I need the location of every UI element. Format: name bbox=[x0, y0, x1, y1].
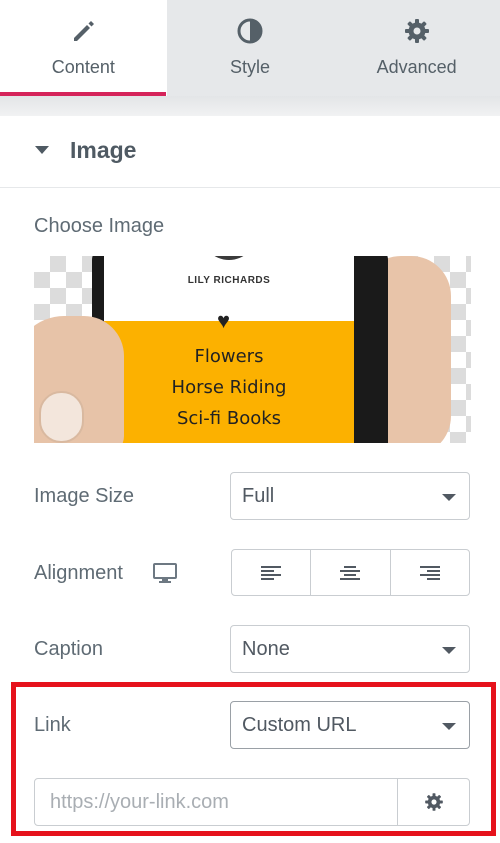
link-select[interactable]: Custom URL bbox=[230, 701, 470, 749]
interest-item: Horse Riding bbox=[171, 377, 287, 398]
alignment-label: Alignment bbox=[34, 562, 123, 584]
pencil-icon bbox=[74, 21, 95, 41]
tab-content[interactable]: Content bbox=[0, 0, 167, 96]
tab-content-label: Content bbox=[51, 57, 115, 77]
alignment-buttons bbox=[231, 549, 470, 596]
interest-item: Sci-fi Books bbox=[176, 408, 282, 429]
chevron-down-icon bbox=[442, 647, 456, 654]
section-header-image[interactable]: Image bbox=[0, 116, 500, 188]
align-center-button[interactable] bbox=[311, 550, 391, 595]
link-options-button[interactable] bbox=[397, 779, 469, 825]
tab-advanced[interactable]: Advanced bbox=[333, 0, 500, 96]
image-size-value: Full bbox=[242, 485, 275, 507]
align-left-button[interactable] bbox=[232, 550, 312, 595]
half-circle-icon bbox=[237, 18, 263, 44]
profile-avatar bbox=[201, 256, 257, 260]
phone-screen: LILY RICHARDS ♥ Flowers Horse Riding Sci… bbox=[104, 256, 354, 443]
tabs-divider bbox=[0, 96, 500, 116]
thumb-graphic bbox=[34, 316, 124, 443]
link-label: Link bbox=[34, 714, 71, 736]
chevron-down-icon bbox=[442, 494, 456, 501]
image-size-label: Image Size bbox=[34, 485, 135, 507]
chevron-down-icon bbox=[442, 723, 456, 730]
align-right-button[interactable] bbox=[391, 550, 469, 595]
caret-down-icon bbox=[35, 146, 49, 154]
align-left-icon bbox=[261, 565, 282, 580]
url-input[interactable] bbox=[35, 779, 398, 825]
gear-icon bbox=[404, 19, 429, 43]
gear-icon bbox=[424, 793, 443, 811]
align-center-icon bbox=[340, 565, 361, 580]
url-field-group bbox=[34, 778, 470, 826]
image-preview[interactable]: LILY RICHARDS ♥ Flowers Horse Riding Sci… bbox=[34, 256, 471, 443]
phone-graphic: LILY RICHARDS ♥ Flowers Horse Riding Sci… bbox=[92, 256, 388, 443]
link-value: Custom URL bbox=[242, 714, 357, 736]
tab-style[interactable]: Style bbox=[167, 0, 334, 96]
section-title: Image bbox=[70, 137, 137, 163]
caption-select[interactable]: None bbox=[230, 625, 470, 673]
tab-style-label: Style bbox=[229, 57, 270, 77]
desktop-icon[interactable] bbox=[153, 563, 177, 585]
caption-value: None bbox=[242, 638, 290, 660]
panel-tabs: Content Style Advanced bbox=[0, 0, 500, 96]
choose-image-label: Choose Image bbox=[34, 215, 165, 237]
heart-icon: ♥ bbox=[217, 308, 231, 333]
profile-name: LILY RICHARDS bbox=[187, 275, 271, 286]
thumbnail-graphic bbox=[39, 391, 84, 443]
image-size-select[interactable]: Full bbox=[230, 472, 470, 520]
caption-label: Caption bbox=[34, 638, 103, 660]
interest-item: Flowers bbox=[194, 346, 264, 367]
tab-advanced-label: Advanced bbox=[376, 57, 457, 77]
align-right-icon bbox=[419, 565, 440, 580]
